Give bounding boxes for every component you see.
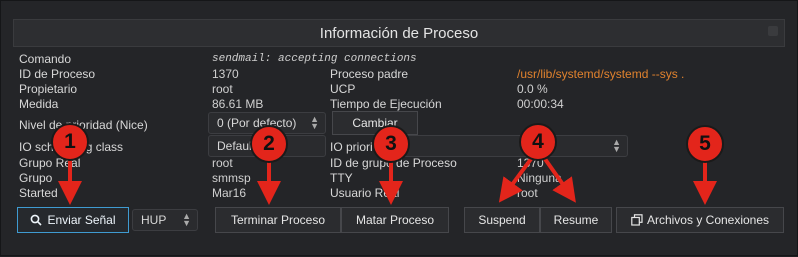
annotation-badge-2: 2 (250, 125, 288, 163)
annotation-badge-3: 3 (372, 125, 410, 163)
annotation-arrow-4b (543, 157, 576, 203)
annotation-badge-5: 5 (686, 125, 724, 163)
annotation-arrow-4a (498, 157, 533, 203)
process-info-window: Información de Proceso Comando sendmail:… (0, 0, 798, 256)
annotation-badge-1: 1 (51, 123, 89, 161)
annotation-badge-4: 4 (519, 123, 557, 161)
